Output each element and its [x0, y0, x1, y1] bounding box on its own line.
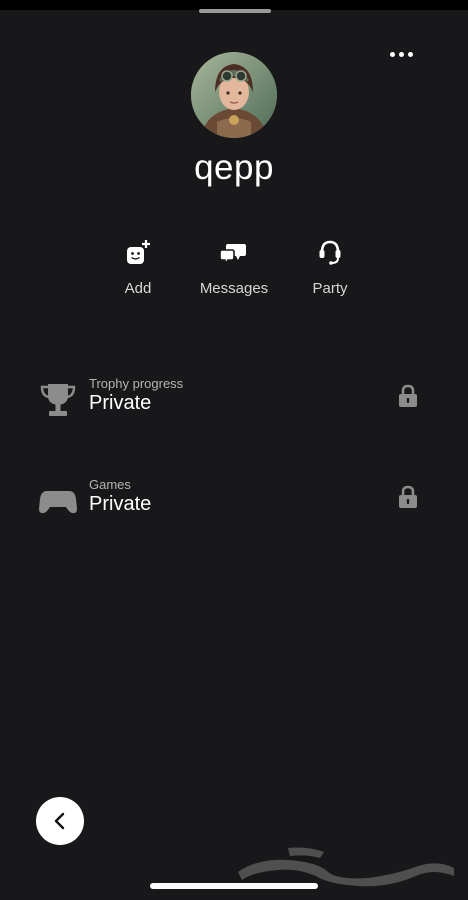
dot-icon [398, 51, 404, 57]
dot-icon [389, 51, 395, 57]
gamepad-icon [39, 491, 77, 514]
trophy-progress-value: Private [89, 392, 152, 414]
profile-username: qepp [194, 148, 274, 187]
party-button[interactable]: Party [275, 234, 385, 297]
games-value: Private [89, 493, 152, 515]
dot-icon [407, 51, 413, 57]
trophy-progress-title: Trophy progress [89, 376, 184, 391]
lock-icon [399, 384, 417, 407]
chevron-left-icon [54, 812, 65, 830]
add-friend-icon [127, 240, 150, 264]
back-button[interactable] [36, 797, 84, 845]
add-friend-button[interactable]: Add [83, 234, 193, 297]
games-title: Games [89, 477, 131, 492]
messages-label: Messages [199, 280, 269, 297]
add-label: Add [124, 280, 152, 297]
party-label: Party [312, 280, 348, 297]
trophy-progress-row[interactable]: Trophy progress Private [0, 376, 468, 424]
more-options-button[interactable] [386, 44, 416, 64]
headset-icon [319, 240, 341, 265]
home-indicator[interactable] [150, 883, 318, 889]
avatar[interactable] [191, 52, 277, 138]
sheet-handle[interactable] [199, 9, 271, 13]
lock-icon [399, 485, 417, 508]
games-row[interactable]: Games Private [0, 477, 468, 525]
messages-icon [219, 244, 246, 267]
avatar-image [191, 52, 277, 138]
trophy-icon [40, 384, 76, 416]
messages-button[interactable]: Messages [179, 234, 289, 297]
